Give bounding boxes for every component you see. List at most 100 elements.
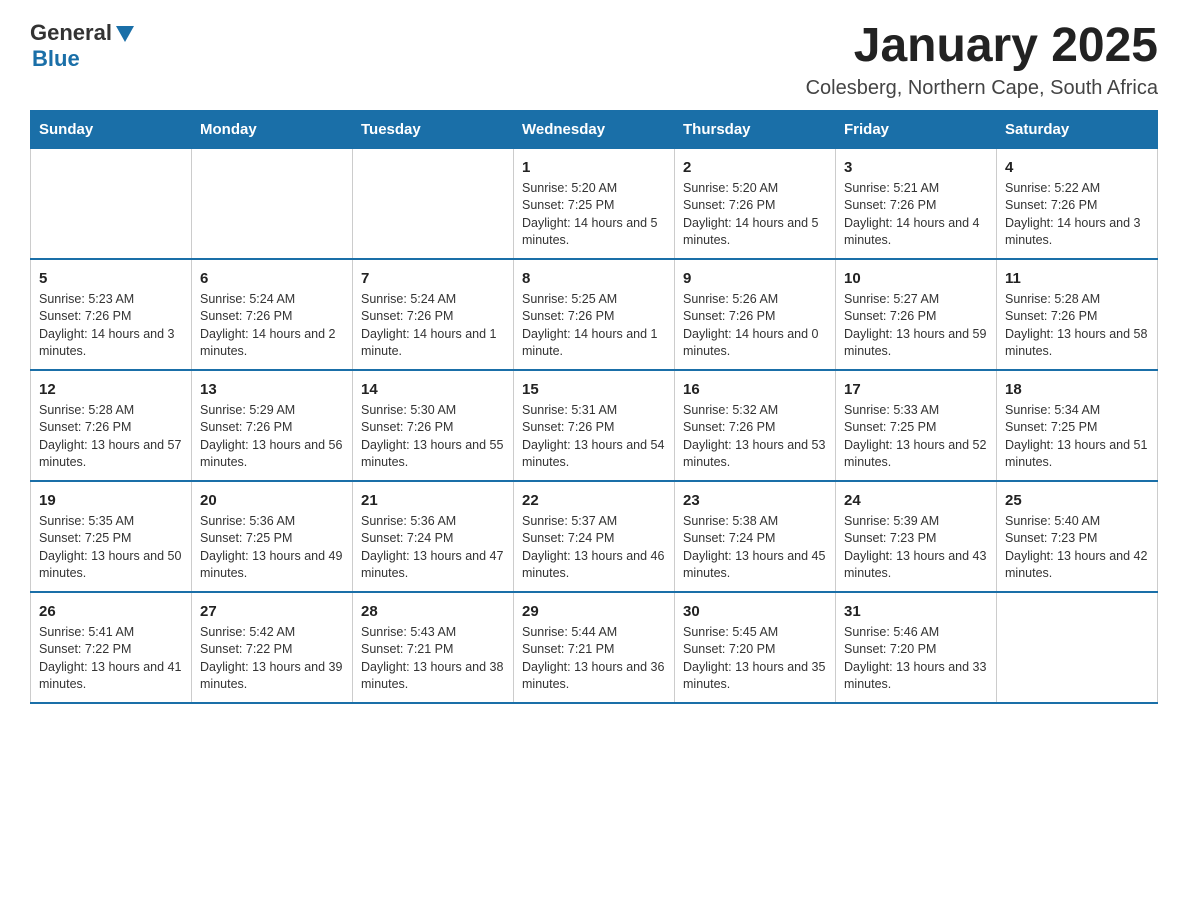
day-info: Sunrise: 5:39 AM Sunset: 7:23 PM Dayligh…	[844, 513, 988, 583]
day-number: 11	[1005, 268, 1149, 289]
day-info: Sunrise: 5:41 AM Sunset: 7:22 PM Dayligh…	[39, 624, 183, 694]
calendar-cell: 26Sunrise: 5:41 AM Sunset: 7:22 PM Dayli…	[31, 592, 192, 703]
day-number: 16	[683, 379, 827, 400]
day-info: Sunrise: 5:28 AM Sunset: 7:26 PM Dayligh…	[1005, 291, 1149, 361]
day-info: Sunrise: 5:24 AM Sunset: 7:26 PM Dayligh…	[200, 291, 344, 361]
day-info: Sunrise: 5:46 AM Sunset: 7:20 PM Dayligh…	[844, 624, 988, 694]
calendar-cell: 20Sunrise: 5:36 AM Sunset: 7:25 PM Dayli…	[192, 481, 353, 592]
calendar-cell	[353, 148, 514, 259]
day-number: 4	[1005, 157, 1149, 178]
logo-blue-text: Blue	[32, 46, 80, 71]
day-number: 15	[522, 379, 666, 400]
calendar-cell: 14Sunrise: 5:30 AM Sunset: 7:26 PM Dayli…	[353, 370, 514, 481]
calendar-cell	[192, 148, 353, 259]
day-info: Sunrise: 5:20 AM Sunset: 7:25 PM Dayligh…	[522, 180, 666, 250]
day-number: 7	[361, 268, 505, 289]
day-info: Sunrise: 5:34 AM Sunset: 7:25 PM Dayligh…	[1005, 402, 1149, 472]
day-number: 21	[361, 490, 505, 511]
day-info: Sunrise: 5:31 AM Sunset: 7:26 PM Dayligh…	[522, 402, 666, 472]
calendar-cell: 3Sunrise: 5:21 AM Sunset: 7:26 PM Daylig…	[836, 148, 997, 259]
day-info: Sunrise: 5:32 AM Sunset: 7:26 PM Dayligh…	[683, 402, 827, 472]
calendar-cell	[31, 148, 192, 259]
day-number: 17	[844, 379, 988, 400]
calendar-cell: 4Sunrise: 5:22 AM Sunset: 7:26 PM Daylig…	[997, 148, 1158, 259]
day-info: Sunrise: 5:25 AM Sunset: 7:26 PM Dayligh…	[522, 291, 666, 361]
day-info: Sunrise: 5:36 AM Sunset: 7:24 PM Dayligh…	[361, 513, 505, 583]
day-number: 20	[200, 490, 344, 511]
day-info: Sunrise: 5:37 AM Sunset: 7:24 PM Dayligh…	[522, 513, 666, 583]
calendar-cell: 9Sunrise: 5:26 AM Sunset: 7:26 PM Daylig…	[675, 259, 836, 370]
day-info: Sunrise: 5:27 AM Sunset: 7:26 PM Dayligh…	[844, 291, 988, 361]
day-number: 2	[683, 157, 827, 178]
day-number: 13	[200, 379, 344, 400]
day-number: 26	[39, 601, 183, 622]
logo-triangle-icon	[114, 24, 136, 44]
calendar-cell: 6Sunrise: 5:24 AM Sunset: 7:26 PM Daylig…	[192, 259, 353, 370]
calendar-cell: 25Sunrise: 5:40 AM Sunset: 7:23 PM Dayli…	[997, 481, 1158, 592]
calendar-table: SundayMondayTuesdayWednesdayThursdayFrid…	[30, 110, 1158, 704]
calendar-cell: 18Sunrise: 5:34 AM Sunset: 7:25 PM Dayli…	[997, 370, 1158, 481]
calendar-cell: 29Sunrise: 5:44 AM Sunset: 7:21 PM Dayli…	[514, 592, 675, 703]
day-number: 23	[683, 490, 827, 511]
day-info: Sunrise: 5:22 AM Sunset: 7:26 PM Dayligh…	[1005, 180, 1149, 250]
weekday-header-tuesday: Tuesday	[353, 110, 514, 148]
day-info: Sunrise: 5:20 AM Sunset: 7:26 PM Dayligh…	[683, 180, 827, 250]
day-number: 27	[200, 601, 344, 622]
day-info: Sunrise: 5:28 AM Sunset: 7:26 PM Dayligh…	[39, 402, 183, 472]
location-title: Colesberg, Northern Cape, South Africa	[806, 77, 1158, 100]
day-info: Sunrise: 5:43 AM Sunset: 7:21 PM Dayligh…	[361, 624, 505, 694]
calendar-cell: 30Sunrise: 5:45 AM Sunset: 7:20 PM Dayli…	[675, 592, 836, 703]
day-number: 31	[844, 601, 988, 622]
weekday-header-friday: Friday	[836, 110, 997, 148]
month-title: January 2025	[806, 20, 1158, 73]
day-number: 30	[683, 601, 827, 622]
calendar-cell: 7Sunrise: 5:24 AM Sunset: 7:26 PM Daylig…	[353, 259, 514, 370]
day-info: Sunrise: 5:38 AM Sunset: 7:24 PM Dayligh…	[683, 513, 827, 583]
weekday-header-saturday: Saturday	[997, 110, 1158, 148]
day-number: 1	[522, 157, 666, 178]
day-info: Sunrise: 5:21 AM Sunset: 7:26 PM Dayligh…	[844, 180, 988, 250]
day-info: Sunrise: 5:36 AM Sunset: 7:25 PM Dayligh…	[200, 513, 344, 583]
calendar-cell: 22Sunrise: 5:37 AM Sunset: 7:24 PM Dayli…	[514, 481, 675, 592]
calendar-cell: 2Sunrise: 5:20 AM Sunset: 7:26 PM Daylig…	[675, 148, 836, 259]
day-number: 9	[683, 268, 827, 289]
calendar-cell: 17Sunrise: 5:33 AM Sunset: 7:25 PM Dayli…	[836, 370, 997, 481]
day-info: Sunrise: 5:26 AM Sunset: 7:26 PM Dayligh…	[683, 291, 827, 361]
day-info: Sunrise: 5:24 AM Sunset: 7:26 PM Dayligh…	[361, 291, 505, 361]
calendar-cell: 21Sunrise: 5:36 AM Sunset: 7:24 PM Dayli…	[353, 481, 514, 592]
day-number: 12	[39, 379, 183, 400]
day-number: 3	[844, 157, 988, 178]
day-info: Sunrise: 5:23 AM Sunset: 7:26 PM Dayligh…	[39, 291, 183, 361]
calendar-cell: 28Sunrise: 5:43 AM Sunset: 7:21 PM Dayli…	[353, 592, 514, 703]
day-info: Sunrise: 5:33 AM Sunset: 7:25 PM Dayligh…	[844, 402, 988, 472]
day-info: Sunrise: 5:44 AM Sunset: 7:21 PM Dayligh…	[522, 624, 666, 694]
calendar-cell: 1Sunrise: 5:20 AM Sunset: 7:25 PM Daylig…	[514, 148, 675, 259]
calendar-cell: 15Sunrise: 5:31 AM Sunset: 7:26 PM Dayli…	[514, 370, 675, 481]
calendar-cell: 8Sunrise: 5:25 AM Sunset: 7:26 PM Daylig…	[514, 259, 675, 370]
title-area: January 2025 Colesberg, Northern Cape, S…	[806, 20, 1158, 100]
day-number: 14	[361, 379, 505, 400]
calendar-cell: 5Sunrise: 5:23 AM Sunset: 7:26 PM Daylig…	[31, 259, 192, 370]
day-number: 6	[200, 268, 344, 289]
weekday-header-wednesday: Wednesday	[514, 110, 675, 148]
day-number: 19	[39, 490, 183, 511]
weekday-header-sunday: Sunday	[31, 110, 192, 148]
day-info: Sunrise: 5:35 AM Sunset: 7:25 PM Dayligh…	[39, 513, 183, 583]
calendar-cell: 10Sunrise: 5:27 AM Sunset: 7:26 PM Dayli…	[836, 259, 997, 370]
logo: General Blue	[30, 20, 136, 72]
day-number: 29	[522, 601, 666, 622]
day-info: Sunrise: 5:45 AM Sunset: 7:20 PM Dayligh…	[683, 624, 827, 694]
day-number: 10	[844, 268, 988, 289]
page-header: General Blue January 2025 Colesberg, Nor…	[30, 20, 1158, 100]
weekday-header-thursday: Thursday	[675, 110, 836, 148]
calendar-cell: 24Sunrise: 5:39 AM Sunset: 7:23 PM Dayli…	[836, 481, 997, 592]
calendar-cell: 27Sunrise: 5:42 AM Sunset: 7:22 PM Dayli…	[192, 592, 353, 703]
calendar-cell: 19Sunrise: 5:35 AM Sunset: 7:25 PM Dayli…	[31, 481, 192, 592]
day-info: Sunrise: 5:29 AM Sunset: 7:26 PM Dayligh…	[200, 402, 344, 472]
day-number: 24	[844, 490, 988, 511]
day-number: 28	[361, 601, 505, 622]
day-number: 8	[522, 268, 666, 289]
calendar-cell: 16Sunrise: 5:32 AM Sunset: 7:26 PM Dayli…	[675, 370, 836, 481]
calendar-cell	[997, 592, 1158, 703]
calendar-cell: 23Sunrise: 5:38 AM Sunset: 7:24 PM Dayli…	[675, 481, 836, 592]
